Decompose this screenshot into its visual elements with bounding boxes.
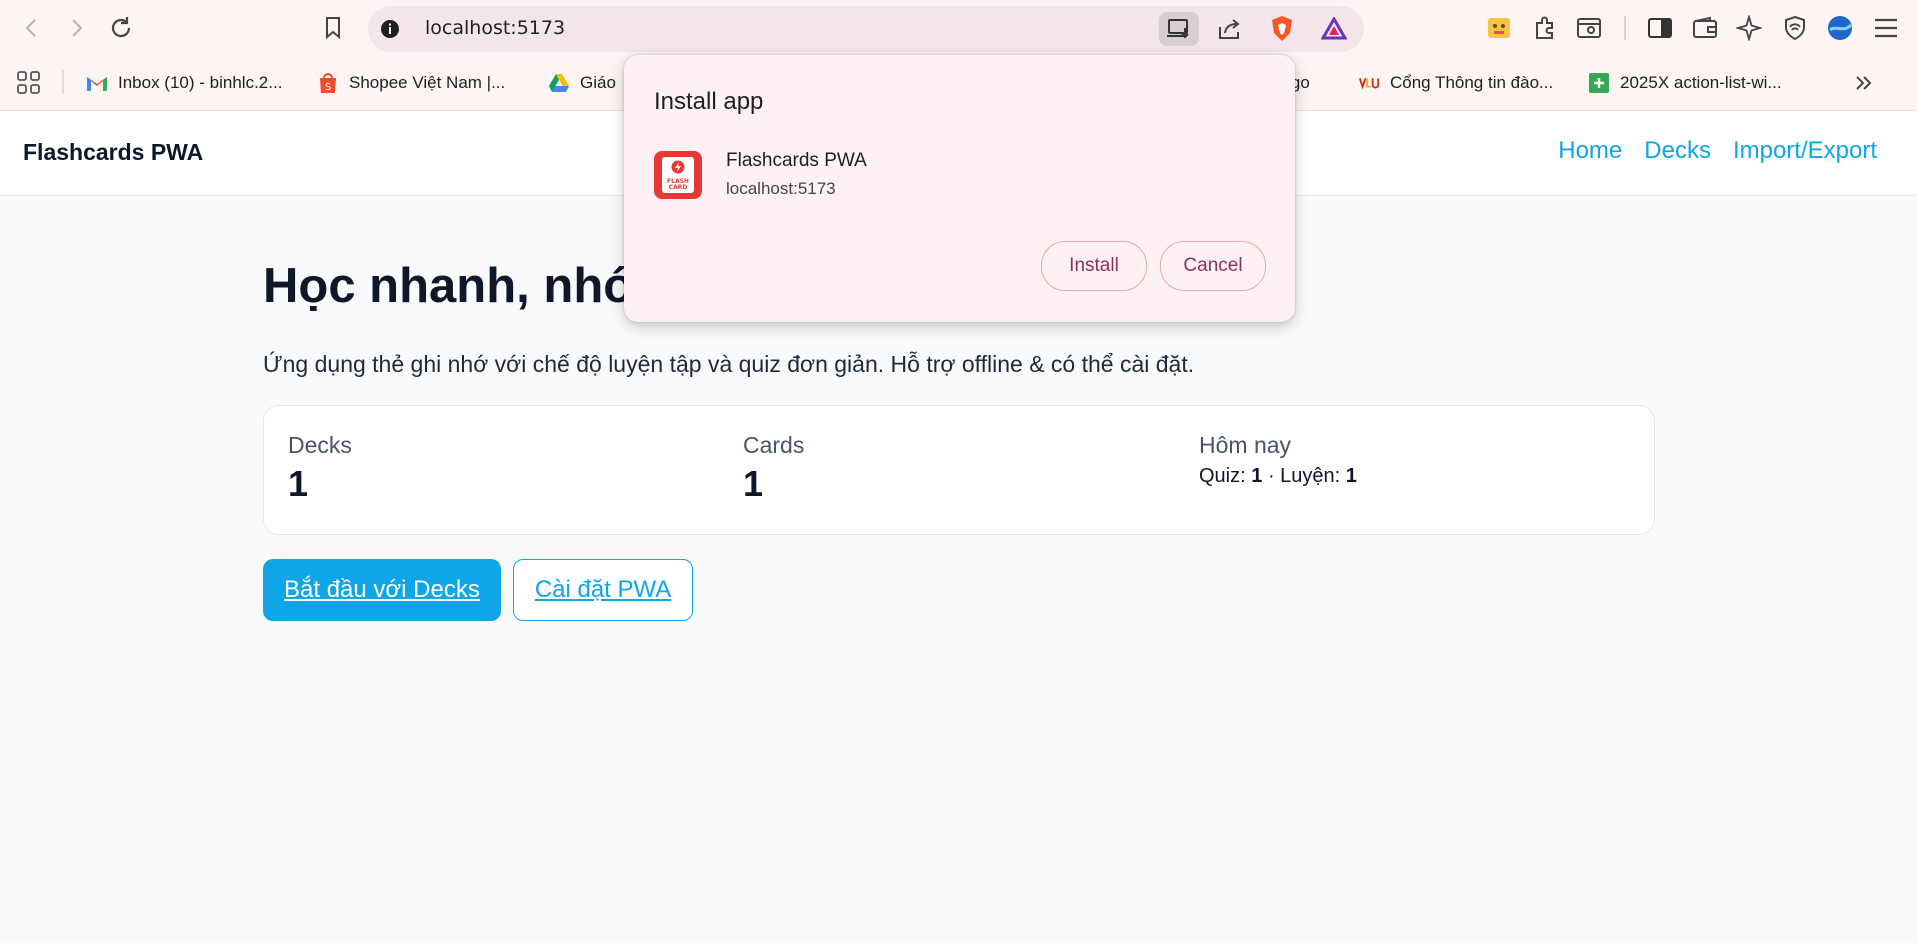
site-info-icon[interactable] [380,19,400,39]
dialog-app-origin: localhost:5173 [726,179,836,198]
more-bookmarks-icon[interactable] [1853,70,1875,96]
reload-icon[interactable] [107,14,135,42]
install-button[interactable]: Install [1041,241,1147,291]
url-text[interactable]: localhost:5173 [425,17,565,39]
quiz-count: 1 [1251,465,1263,487]
bookmark-vlu[interactable]: Cổng Thông tin đào... [1358,70,1553,96]
app-icon-text-2: CARD [668,184,688,191]
bookmark-shopee[interactable]: S Shopee Việt Nam |... [317,70,505,96]
google-drive-icon [548,72,570,94]
gmail-icon [86,72,108,94]
sidebar-icon[interactable] [1645,13,1675,43]
practice-count: 1 [1345,465,1357,487]
vlu-icon [1358,72,1380,94]
wallet-icon[interactable] [1690,13,1720,43]
address-bar[interactable]: localhost:5173 [368,6,1364,52]
toolbar-divider [1624,16,1626,40]
dialog-title: Install app [654,88,764,115]
cancel-button[interactable]: Cancel [1160,241,1266,291]
bookmark-drive[interactable]: Giáo [548,70,616,96]
leo-ai-icon[interactable] [1734,13,1764,43]
extension-cat-icon[interactable] [1484,13,1514,43]
install-app-dialog: Install app FLASH CARD Flashcards PWA lo… [624,55,1295,322]
site-nav: Home Decks Import/Export [1558,137,1877,165]
apps-grid-icon[interactable] [16,70,42,96]
forward-icon[interactable] [62,14,90,42]
bookmark-label: Shopee Việt Nam |... [349,73,506,92]
menu-icon[interactable] [1871,13,1901,43]
practice-label: Luyện: [1280,465,1341,487]
brave-rewards-icon[interactable] [1314,12,1354,46]
stat-today-label: Hôm nay [1199,432,1292,458]
flashcards-app-icon: FLASH CARD [654,151,702,199]
back-icon[interactable] [18,14,46,42]
stat-cards-value: 1 [743,463,764,504]
stat-decks: Decks 1 [288,432,352,505]
svg-text:S: S [325,82,331,93]
stat-cards: Cards 1 [743,432,804,505]
google-sheets-icon [1588,72,1610,94]
shopee-icon: S [317,72,339,94]
app-icon-card: FLASH CARD [662,157,694,193]
profile-avatar-icon[interactable] [1825,13,1855,43]
action-buttons: Bắt đầu với Decks Cài đặt PWA [263,559,694,621]
vpn-icon[interactable] [1780,13,1810,43]
nav-decks-link[interactable]: Decks [1644,137,1711,165]
brave-shield-icon[interactable] [1262,12,1302,46]
bookmark-label: Cổng Thông tin đào... [1390,73,1554,92]
dialog-app-name: Flashcards PWA [726,150,867,171]
stat-today: Hôm nay Quiz: 1 · Luyện: 1 [1199,432,1357,488]
share-icon[interactable] [1210,12,1250,46]
hero-subtitle: Ứng dụng thẻ ghi nhớ với chế độ luyện tậ… [263,351,1195,377]
bookmark-icon[interactable] [319,14,347,42]
hero-title: Học nhanh, nhớ [263,259,639,313]
install-pwa-button[interactable]: Cài đặt PWA [512,559,694,621]
browser-toolbar: localhost:5173 [0,0,1917,56]
stat-decks-label: Decks [288,432,352,458]
extensions-icon[interactable] [1530,13,1560,43]
stat-today-detail: Quiz: 1 · Luyện: 1 [1199,465,1357,488]
nav-import-export-link[interactable]: Import/Export [1733,137,1877,165]
quiz-label: Quiz: [1199,465,1246,487]
nav-home-link[interactable]: Home [1558,137,1622,165]
stats-card: Decks 1 Cards 1 Hôm nay Quiz: 1 · Luyện:… [263,405,1655,535]
reading-mode-icon[interactable] [1574,13,1604,43]
bookmarks-divider [62,70,64,94]
stat-decks-value: 1 [288,463,309,504]
bookmark-label: 2025X action-list-wi... [1620,73,1782,92]
bookmark-gmail[interactable]: Inbox (10) - binhlc.2... [86,70,282,96]
bookmark-label: Inbox (10) - binhlc.2... [118,73,283,92]
separator-dot: · [1267,465,1275,487]
install-app-icon[interactable] [1159,12,1199,46]
stat-cards-label: Cards [743,432,805,458]
site-brand[interactable]: Flashcards PWA [23,139,203,166]
bookmark-label: Giáo [580,73,616,92]
bookmark-sheets[interactable]: 2025X action-list-wi... [1588,70,1782,96]
start-with-decks-button[interactable]: Bắt đầu với Decks [263,559,501,621]
